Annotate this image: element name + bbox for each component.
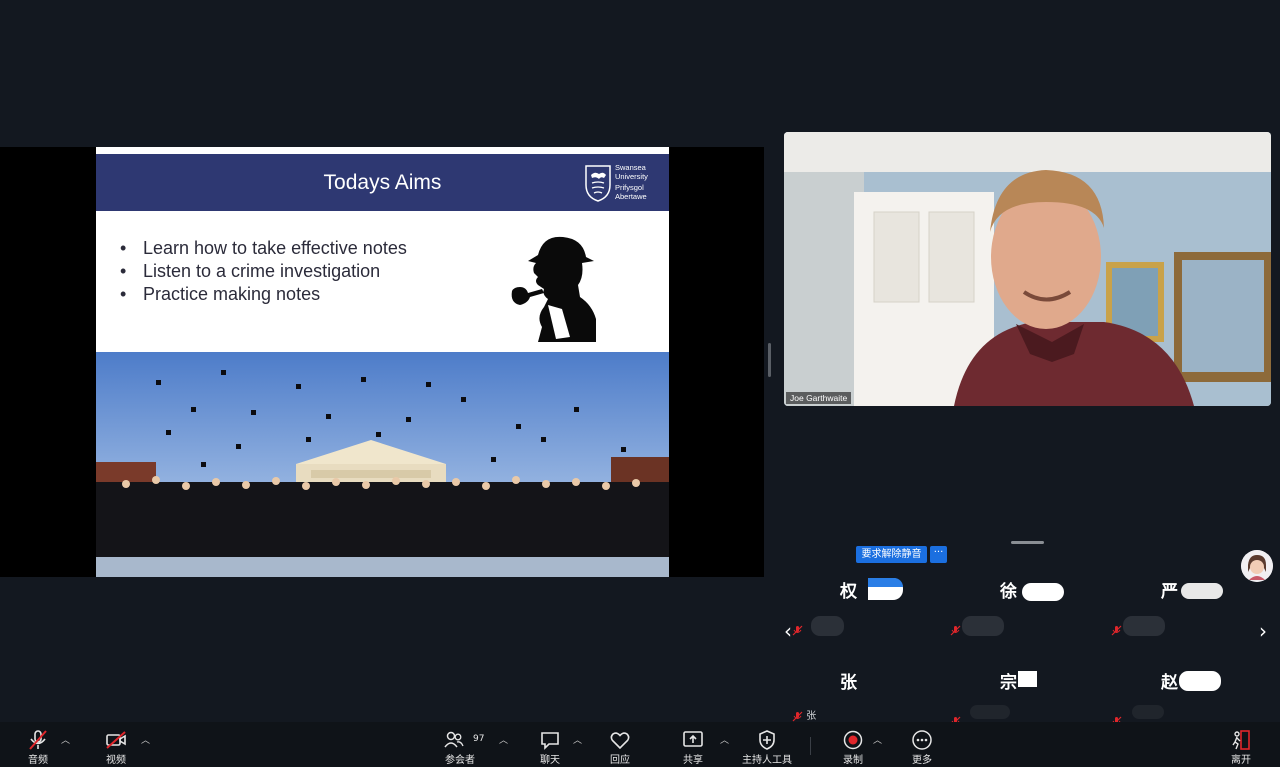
mic-muted-icon [792,621,803,636]
participant-status-row [792,616,803,636]
bullet-item: Learn how to take effective notes [120,237,500,260]
participant-status-redaction [1123,616,1165,636]
participant-name: 徐 [1000,582,1017,602]
gallery-more-button[interactable]: ··· [930,546,947,563]
participant-name-redaction [1022,583,1064,601]
record-label: 录制 [843,755,863,766]
chat-bubble-icon [541,732,559,750]
slide-bullet-list: Learn how to take effective notes Listen… [120,237,500,306]
participant-name: 宗 [1000,673,1017,693]
record-button[interactable]: 录制 [835,722,871,767]
record-icon [843,730,863,750]
speaker-video-tile[interactable]: Joe Garthwaite [784,132,1271,406]
participants-icon [444,731,464,748]
mic-muted-icon [1111,621,1122,636]
participants-options-caret-icon[interactable]: ︿ [499,733,508,746]
participant-status-redaction [811,616,844,636]
participants-button[interactable]: 参会者 [440,722,480,767]
video-label: 视频 [106,755,126,766]
participant-tile[interactable]: 张 [840,668,990,728]
speaker-name-label: Joe Garthwaite [786,392,852,404]
participants-count: 97 [473,734,485,744]
host-tools-label: 主持人工具 [742,755,792,766]
leave-label: 离开 [1231,755,1251,766]
host-tools-button[interactable]: 主持人工具 [740,722,794,767]
request-unmute-button[interactable]: 要求解除静音 [856,546,927,563]
mic-muted-icon [792,711,803,722]
more-button[interactable]: 更多 [904,722,940,767]
participant-status-row [950,616,961,636]
participant-status-redaction [962,616,1004,636]
university-logo: Swansea University Prifysgol Abertawe [583,161,655,205]
audio-options-caret-icon[interactable]: ︿ [61,733,70,746]
speaker-video-feed [784,132,1271,406]
share-label: 共享 [683,755,703,766]
sherlock-silhouette-icon [511,236,596,342]
participant-status-redaction [970,705,1010,719]
participant-status-row [1111,616,1122,636]
video-camera-off-icon [106,731,126,749]
toolbar-divider [810,737,811,755]
video-button[interactable]: 视频 [98,722,134,767]
audio-button[interactable]: 音频 [20,722,56,767]
logo-line-4: Abertawe [615,192,647,201]
participant-name: 严 [1161,582,1178,602]
audio-label: 音频 [28,755,48,766]
bullet-item: Listen to a crime investigation [120,260,500,283]
panel-resize-handle[interactable] [768,343,771,377]
presentation-slide: Todays Aims Swansea University Prifysgol… [96,147,669,577]
logo-line-2: University [615,172,648,181]
shield-icon [759,730,775,750]
participant-name-redaction [1018,671,1037,687]
chat-button[interactable]: 聊天 [532,722,568,767]
participant-name: 张 [840,673,857,693]
participant-name-redaction [1179,671,1221,691]
participant-sub-name: 张 [806,711,817,722]
participant-status-row: 张 [792,707,816,722]
meeting-toolbar: 音频 ︿ 视频 ︿ 参会者 97 ︿ 聊天 ︿ 回应 共享 ︿ 主持人工具 录制… [0,722,1280,767]
record-options-caret-icon[interactable]: ︿ [873,733,882,746]
participant-name-redaction [868,578,903,587]
microphone-muted-icon [29,730,47,750]
participant-tile[interactable]: 赵 [1161,668,1280,728]
leave-meeting-button[interactable]: 离开 [1223,722,1259,767]
more-options-icon [912,730,932,750]
dragon-crest-icon [585,165,611,202]
share-options-caret-icon[interactable]: ︿ [720,733,729,746]
leave-door-icon [1232,730,1250,750]
slide-header: Todays Aims Swansea University Prifysgol… [96,154,669,211]
react-label: 回应 [610,755,630,766]
chat-options-caret-icon[interactable]: ︿ [573,733,582,746]
participant-name: 赵 [1161,673,1178,693]
bullet-item: Practice making notes [120,283,500,306]
participant-tile[interactable]: 严 [1161,577,1280,637]
share-screen-icon [683,731,703,747]
participant-status-redaction [1132,705,1164,719]
react-button[interactable]: 回应 [602,722,638,767]
heart-icon [610,732,630,750]
slide-top-strip [96,147,669,154]
chat-label: 聊天 [540,755,560,766]
more-label: 更多 [912,755,932,766]
mic-muted-icon [950,621,961,636]
gallery-prev-arrow-icon[interactable]: ‹ [784,619,792,643]
participant-tile[interactable]: 宗 [1000,668,1150,728]
graduation-photo [96,352,669,577]
share-button[interactable]: 共享 [675,722,711,767]
video-options-caret-icon[interactable]: ︿ [141,733,150,746]
gallery-drag-handle[interactable] [1011,541,1044,544]
participants-label: 参会者 [445,755,475,766]
participant-name-redaction [1181,583,1223,599]
participant-name: 权 [840,582,857,602]
